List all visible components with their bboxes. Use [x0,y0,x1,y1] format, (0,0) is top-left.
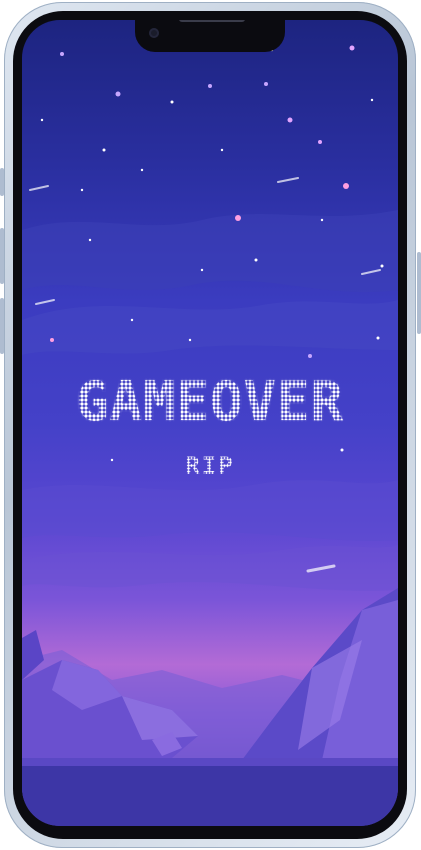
volume-down-button [0,298,4,354]
game-screen[interactable]: GAMEOVER RIP [22,20,398,826]
speaker-grille [179,20,245,22]
ground [22,758,398,826]
cloud-band [22,480,398,541]
cloud-band [22,210,398,293]
rip-subtitle: RIP [185,452,235,480]
volume-up-button [0,228,4,284]
cloud-band [22,545,398,591]
cloud-band [22,300,398,355]
game-over-title: GAMEOVER [75,370,345,433]
ground-strip [22,758,398,766]
camera-icon [149,28,159,38]
power-button [417,252,421,334]
mute-switch [0,168,4,196]
stage: GAMEOVER RIP [0,0,421,850]
notch [135,20,285,52]
